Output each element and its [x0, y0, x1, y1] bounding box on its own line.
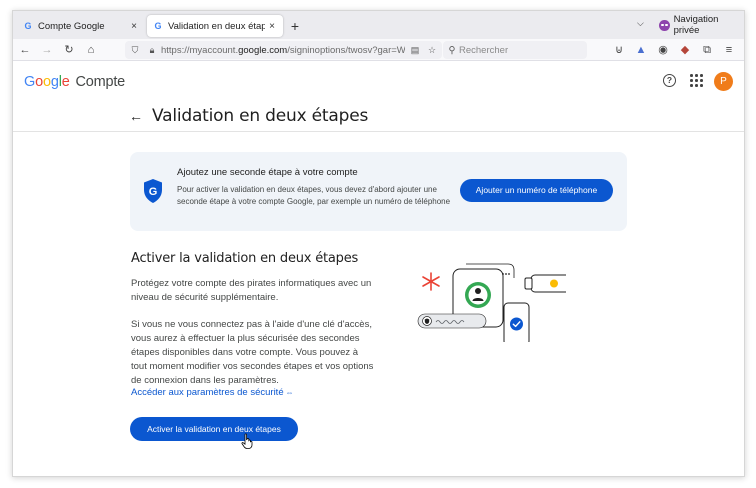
security-settings-link-text[interactable]: Accéder aux paramètres de sécurité	[131, 387, 284, 398]
new-tab-button[interactable]: +	[286, 17, 304, 35]
tab-close-icon[interactable]: ×	[265, 21, 279, 32]
svg-text:G: G	[149, 186, 158, 198]
page-title: Validation en deux étapes	[152, 106, 369, 126]
private-mask-icon	[659, 19, 670, 31]
section-paragraph-1: Protégez votre compte des pirates inform…	[131, 278, 372, 303]
translate-icon[interactable]: ▲	[633, 42, 649, 58]
reload-icon[interactable]: ↻	[61, 42, 77, 58]
account-icon[interactable]: ◉	[655, 42, 671, 58]
search-bar[interactable]: ⚲ Rechercher	[443, 41, 587, 59]
hand-cursor-icon	[241, 433, 253, 449]
tab-validation[interactable]: G Validation en deux étapes ×	[147, 15, 283, 37]
search-icon: ⚲	[448, 44, 456, 56]
section-title: Activer la validation en deux étapes	[131, 251, 359, 266]
tab-strip: G Compte Google × G Validation en deux é…	[13, 11, 744, 39]
apps-grid-icon[interactable]	[690, 74, 703, 87]
header-divider	[13, 131, 744, 132]
security-key-icon	[530, 274, 566, 293]
product-name: Compte	[75, 74, 126, 90]
avatar[interactable]: P	[714, 72, 733, 91]
tab-title: Compte Google	[38, 20, 105, 32]
lock-icon[interactable]: 🔒︎	[145, 45, 159, 56]
check-icon	[510, 317, 523, 331]
search-placeholder[interactable]: Rechercher	[459, 45, 508, 56]
tab-compte-google[interactable]: G Compte Google ×	[17, 15, 145, 37]
tab-close-icon[interactable]: ×	[127, 21, 141, 32]
add-second-step-card: G Ajoutez une seconde étape à votre comp…	[130, 152, 627, 231]
card-title: Ajoutez une seconde étape à votre compte	[177, 167, 358, 178]
two-step-illustration	[417, 263, 566, 342]
section-paragraph-2: Si vous ne vous connectez pas à l'aide d…	[131, 319, 374, 386]
help-icon[interactable]: ?	[663, 74, 676, 87]
private-label: Navigation privée	[673, 14, 719, 36]
google-account-header: Google Compte ? P	[13, 62, 744, 102]
private-browsing-indicator: Navigation privée	[659, 14, 744, 36]
tracking-protection-icon[interactable]: ⛉	[128, 45, 142, 56]
google-g-icon: G	[24, 21, 32, 31]
add-phone-number-button[interactable]: Ajouter un numéro de téléphone	[460, 179, 613, 202]
reader-view-icon[interactable]: ▤	[408, 45, 422, 56]
addon-icon[interactable]: ◆	[677, 42, 693, 58]
google-account-logo[interactable]: Google Compte	[24, 74, 125, 90]
tab-title: Validation en deux étapes	[168, 20, 265, 32]
nav-toolbar: ← → ↻ ⌂ ⛉ 🔒︎ https://myaccount.google.co…	[13, 39, 744, 61]
browser-window: G Compte Google × G Validation en deux é…	[12, 10, 745, 477]
pocket-icon[interactable]: ⊍	[611, 42, 627, 58]
google-g-icon: G	[154, 21, 162, 31]
security-settings-link[interactable]: Accéder aux paramètres de sécurité ⇔	[131, 387, 294, 398]
extensions-icon[interactable]: ⧉	[699, 42, 715, 58]
url-text[interactable]: https://myaccount.google.com/signinoptio…	[161, 45, 405, 56]
enable-2sv-button[interactable]: Activer la validation en deux étapes	[130, 417, 298, 441]
list-all-tabs-button[interactable]: ⌵	[637, 18, 644, 29]
home-icon[interactable]: ⌂	[83, 42, 99, 58]
menu-icon[interactable]: ≡	[721, 42, 737, 58]
link-icon: ⇔	[285, 388, 294, 397]
url-bar[interactable]: ⛉ 🔒︎ https://myaccount.google.com/signin…	[125, 41, 442, 59]
forward-icon[interactable]: →	[39, 42, 55, 58]
back-icon[interactable]: ←	[17, 42, 33, 58]
google-shield-icon: G	[144, 179, 162, 203]
card-description: Pour activer la validation en deux étape…	[177, 185, 451, 206]
back-arrow-icon[interactable]: ←	[129, 108, 143, 124]
asterisk-icon	[422, 272, 440, 291]
bookmark-star-icon[interactable]: ☆	[425, 45, 439, 56]
